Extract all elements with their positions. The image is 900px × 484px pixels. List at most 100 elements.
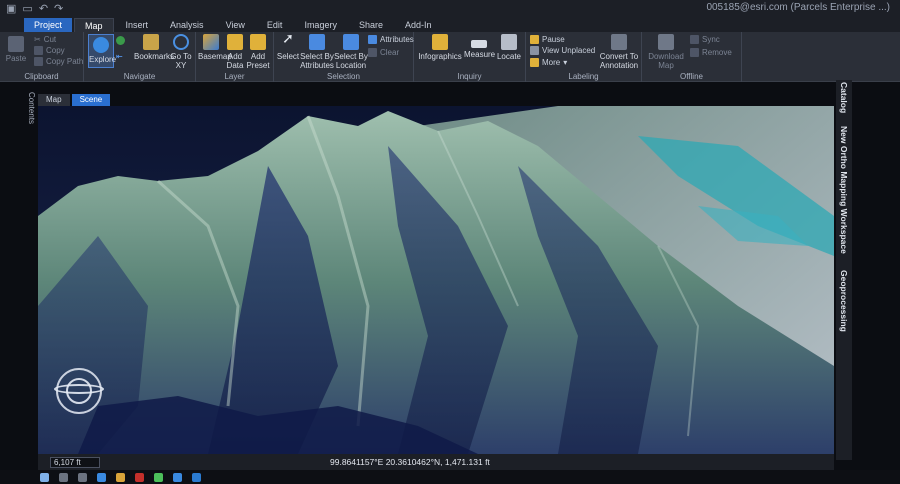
open-icon[interactable]: ▭ xyxy=(22,2,32,15)
view-unplaced-button[interactable]: View Unplaced xyxy=(530,46,595,55)
labeling-group: Pause View Unplaced More ▾ Convert To Ann… xyxy=(526,32,642,82)
ribbon: Paste ✂ Cut Copy Copy Path Clipboard Expl… xyxy=(0,31,900,82)
tab-map-view[interactable]: Map xyxy=(38,94,70,106)
coordinates-text: 99.8641157°E 20.3610462°N xyxy=(330,457,441,467)
taskbar xyxy=(0,470,900,484)
scale-box[interactable]: 6,107 ft xyxy=(50,457,100,468)
selection-label: Selection xyxy=(327,72,360,81)
layer-group: Basemap Add Data Add Preset Layer xyxy=(196,32,274,82)
start-icon[interactable] xyxy=(40,472,49,482)
download-map-button[interactable]: Download Map xyxy=(646,34,686,70)
navigator-control[interactable] xyxy=(54,368,104,414)
select-by-location-icon xyxy=(343,34,359,50)
infographics-button[interactable]: Infographics xyxy=(418,34,462,61)
chrome-icon[interactable] xyxy=(154,472,163,482)
edge-icon[interactable] xyxy=(173,472,182,482)
file-explorer-icon[interactable] xyxy=(116,472,125,482)
selection-group: ➚ Select Select By Attributes Select By … xyxy=(274,31,414,82)
outlook-icon[interactable] xyxy=(192,472,201,482)
explore-icon xyxy=(93,37,109,53)
paste-button[interactable]: Paste xyxy=(4,36,28,63)
infographics-icon xyxy=(432,34,448,50)
undo-icon[interactable]: ↶ xyxy=(39,2,48,15)
zoom-full-extent-button[interactable] xyxy=(116,36,125,45)
scissors-icon: ✂ xyxy=(34,35,41,44)
bookmarks-icon xyxy=(143,34,159,50)
convert-to-annotation-button[interactable]: Convert To Annotation xyxy=(598,34,640,70)
tab-imagery[interactable]: Imagery xyxy=(294,18,347,32)
navigator-orbit-ring[interactable] xyxy=(54,384,104,394)
add-preset-button[interactable]: Add Preset xyxy=(246,34,270,70)
ortho-mapping-pane-tab[interactable]: New Ortho Mapping Workspace xyxy=(839,126,849,254)
pause-button[interactable]: Pause xyxy=(530,35,565,44)
view-tabs: Map Scene xyxy=(38,94,111,106)
tab-add-in[interactable]: Add-In xyxy=(395,18,442,32)
select-by-location-button[interactable]: Select By Location xyxy=(334,34,368,70)
scene-view[interactable] xyxy=(38,106,834,454)
select-by-attributes-button[interactable]: Select By Attributes xyxy=(300,34,334,70)
labeling-label: Labeling xyxy=(568,72,599,81)
catalog-pane-tab[interactable]: Catalog xyxy=(839,82,849,113)
clipboard-group: Paste ✂ Cut Copy Copy Path Clipboard xyxy=(0,32,84,82)
go-to-xy-button[interactable]: Go To XY xyxy=(170,34,192,70)
quick-access-toolbar: ▣ ▭ ↶ ↷ xyxy=(6,2,63,15)
select-button[interactable]: ➚ Select xyxy=(276,31,300,61)
tab-scene-view[interactable]: Scene xyxy=(71,94,111,106)
tab-analysis[interactable]: Analysis xyxy=(160,18,214,32)
tab-share[interactable]: Share xyxy=(349,18,393,32)
redo-icon[interactable]: ↷ xyxy=(54,2,63,15)
coordinate-readout: 99.8641157°E 20.3610462°N, 1,471.131 ft xyxy=(330,457,490,467)
chevron-down-icon: ▾ xyxy=(563,58,568,67)
copy-button[interactable]: Copy xyxy=(34,46,65,55)
copy-path-icon xyxy=(34,57,43,66)
arrow-left-icon: ⇤ xyxy=(116,52,123,61)
remove-button[interactable]: Remove xyxy=(690,48,732,57)
navigate-group: Explore ⇤ Bookmarks Go To XY Navigate xyxy=(84,32,196,82)
globe-icon xyxy=(116,36,125,45)
tab-project[interactable]: Project xyxy=(24,18,73,32)
account-label[interactable]: 005185@esri.com (Parcels Enterprise ...) xyxy=(706,2,890,13)
contents-pane-tab[interactable]: Contents xyxy=(26,92,36,152)
download-icon xyxy=(658,34,674,50)
explore-button[interactable]: Explore xyxy=(88,34,116,68)
app-icon[interactable] xyxy=(135,472,144,482)
convert-icon xyxy=(611,34,627,50)
clear-button[interactable]: Clear xyxy=(368,48,399,57)
geoprocessing-pane-tab[interactable]: Geoprocessing xyxy=(839,270,849,332)
cut-button[interactable]: ✂ Cut xyxy=(34,35,56,44)
tab-view[interactable]: View xyxy=(216,18,255,32)
binoculars-icon xyxy=(501,34,517,50)
measure-button[interactable]: Measure xyxy=(464,34,495,59)
ruler-icon xyxy=(471,40,487,48)
inquiry-label: Inquiry xyxy=(457,72,482,81)
search-icon[interactable] xyxy=(59,472,68,482)
task-view-icon[interactable] xyxy=(78,472,87,482)
add-preset-icon xyxy=(250,34,266,50)
save-icon[interactable]: ▣ xyxy=(6,2,16,15)
tab-map[interactable]: Map xyxy=(74,18,114,32)
right-pane-tabs: Catalog New Ortho Mapping Workspace Geop… xyxy=(836,80,852,460)
inquiry-group: Infographics Measure Locate Inquiry xyxy=(414,32,526,82)
title-bar: ▣ ▭ ↶ ↷ 005185@esri.com (Parcels Enterpr… xyxy=(0,0,900,18)
arcgis-pro-icon[interactable] xyxy=(97,472,106,482)
elevation-text: 1,471.131 ft xyxy=(444,457,490,467)
attributes-button[interactable]: Attributes xyxy=(368,35,414,44)
add-data-icon xyxy=(227,34,243,50)
offline-group: Download Map Sync Remove Offline xyxy=(642,32,742,82)
locate-button[interactable]: Locate xyxy=(496,34,522,61)
tab-insert[interactable]: Insert xyxy=(116,18,159,32)
copy-icon xyxy=(34,46,43,55)
basemap-icon xyxy=(203,34,219,50)
sync-button[interactable]: Sync xyxy=(690,35,720,44)
select-by-attributes-icon xyxy=(309,34,325,50)
sync-icon xyxy=(690,35,699,44)
basemap-button[interactable]: Basemap xyxy=(198,34,232,61)
previous-extent-button[interactable]: ⇤ xyxy=(116,52,123,61)
clipboard-label: Clipboard xyxy=(24,72,59,81)
add-data-button[interactable]: Add Data xyxy=(224,34,246,70)
bookmarks-button[interactable]: Bookmarks xyxy=(134,34,174,61)
offline-label: Offline xyxy=(680,72,703,81)
copy-path-button[interactable]: Copy Path xyxy=(34,57,83,66)
more-button[interactable]: More ▾ xyxy=(530,58,567,67)
more-icon xyxy=(530,58,539,67)
